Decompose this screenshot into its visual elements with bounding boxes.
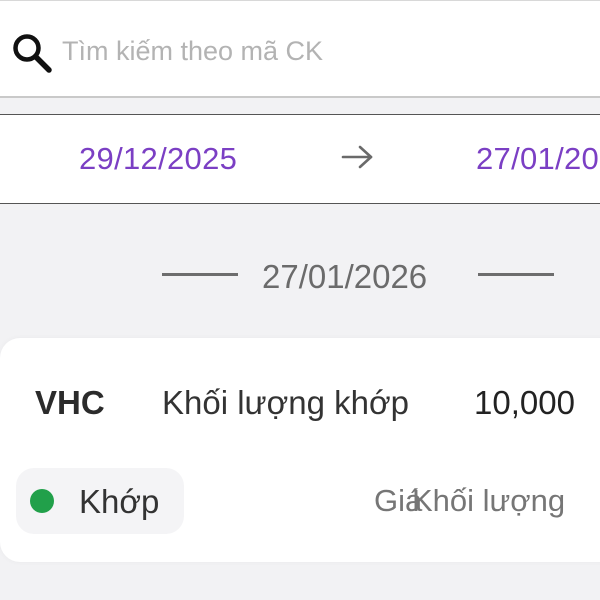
day-group-date: 27/01/2026 [262, 258, 428, 295]
arrow-right-icon [341, 145, 373, 169]
date-from[interactable]: 29/12/2025 [79, 141, 237, 177]
search-bar [0, 0, 600, 98]
status-dot-icon [30, 489, 54, 513]
date-to[interactable]: 27/01/20 [476, 141, 599, 177]
search-icon[interactable] [8, 29, 56, 77]
divider-line [478, 273, 554, 276]
order-card[interactable]: VHC Khối lượng khớp 10,000 Khớp Giá Khối… [0, 338, 600, 562]
order-history-screen: 29/12/2025 27/01/20 27/01/2026 VHC Khối … [0, 0, 600, 600]
date-range-filter: 29/12/2025 27/01/20 [0, 114, 600, 204]
matched-quantity-label: Khối lượng khớp [162, 384, 410, 421]
stock-symbol: VHC [35, 384, 105, 421]
status-badge: Khớp [16, 468, 184, 534]
volume-label: Khối lượng [412, 483, 566, 518]
search-input[interactable] [62, 29, 582, 73]
divider-line [162, 273, 238, 276]
day-group-header: 27/01/2026 [0, 246, 600, 306]
status-text: Khớp [79, 483, 160, 520]
matched-quantity-value: 10,000 [474, 384, 575, 421]
